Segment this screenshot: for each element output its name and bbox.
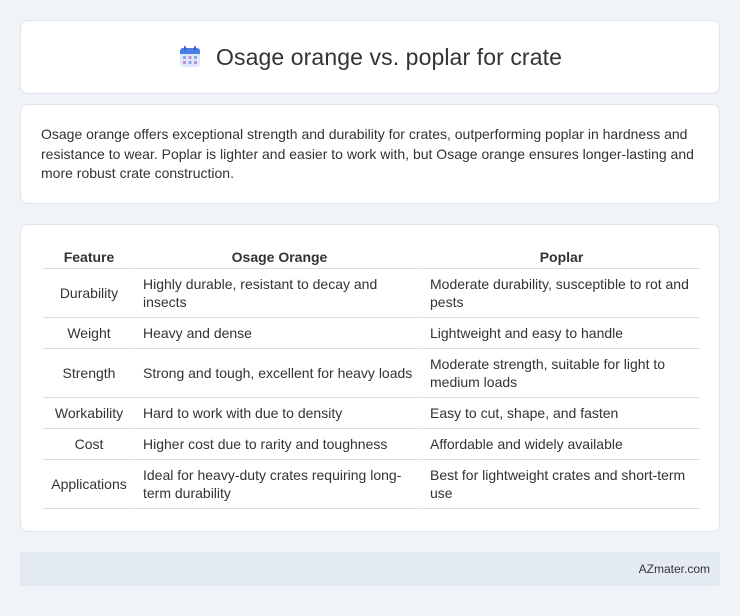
feature-cell: Cost <box>43 429 135 460</box>
table-header-row: Feature Osage Orange Poplar <box>43 245 699 269</box>
poplar-cell: Affordable and widely available <box>422 429 699 460</box>
comparison-table-card: Feature Osage Orange Poplar Durability H… <box>20 224 720 532</box>
table-row: Strength Strong and tough, excellent for… <box>43 349 699 398</box>
feature-cell: Strength <box>43 349 135 398</box>
osage-cell: Heavy and dense <box>135 318 422 349</box>
feature-cell: Applications <box>43 460 135 509</box>
feature-cell: Weight <box>43 318 135 349</box>
poplar-cell: Lightweight and easy to handle <box>422 318 699 349</box>
title-card: Osage orange vs. poplar for crate <box>20 20 720 94</box>
table-row: Weight Heavy and dense Lightweight and e… <box>43 318 699 349</box>
table-row: Cost Higher cost due to rarity and tough… <box>43 429 699 460</box>
footer-brand: AZmater.com <box>638 562 710 576</box>
feature-cell: Durability <box>43 269 135 318</box>
poplar-cell: Best for lightweight crates and short-te… <box>422 460 699 509</box>
osage-cell: Hard to work with due to density <box>135 398 422 429</box>
comparison-table: Feature Osage Orange Poplar Durability H… <box>43 245 699 509</box>
osage-cell: Highly durable, resistant to decay and i… <box>135 269 422 318</box>
summary-card: Osage orange offers exceptional strength… <box>20 104 720 204</box>
osage-cell: Ideal for heavy-duty crates requiring lo… <box>135 460 422 509</box>
column-header-osage-orange: Osage Orange <box>135 245 422 269</box>
poplar-cell: Moderate strength, suitable for light to… <box>422 349 699 398</box>
table-row: Workability Hard to work with due to den… <box>43 398 699 429</box>
feature-cell: Workability <box>43 398 135 429</box>
page-title: Osage orange vs. poplar for crate <box>216 43 562 70</box>
table-row: Applications Ideal for heavy-duty crates… <box>43 460 699 509</box>
column-header-feature: Feature <box>43 245 135 269</box>
osage-cell: Higher cost due to rarity and toughness <box>135 429 422 460</box>
summary-text: Osage orange offers exceptional strength… <box>41 126 694 181</box>
column-header-poplar: Poplar <box>422 245 699 269</box>
table-row: Durability Highly durable, resistant to … <box>43 269 699 318</box>
poplar-cell: Easy to cut, shape, and fasten <box>422 398 699 429</box>
title-wrap: Osage orange vs. poplar for crate <box>178 44 562 71</box>
poplar-cell: Moderate durability, susceptible to rot … <box>422 269 699 318</box>
footer-bar: AZmater.com <box>20 552 720 586</box>
osage-cell: Strong and tough, excellent for heavy lo… <box>135 349 422 398</box>
calendar-icon <box>180 46 201 67</box>
